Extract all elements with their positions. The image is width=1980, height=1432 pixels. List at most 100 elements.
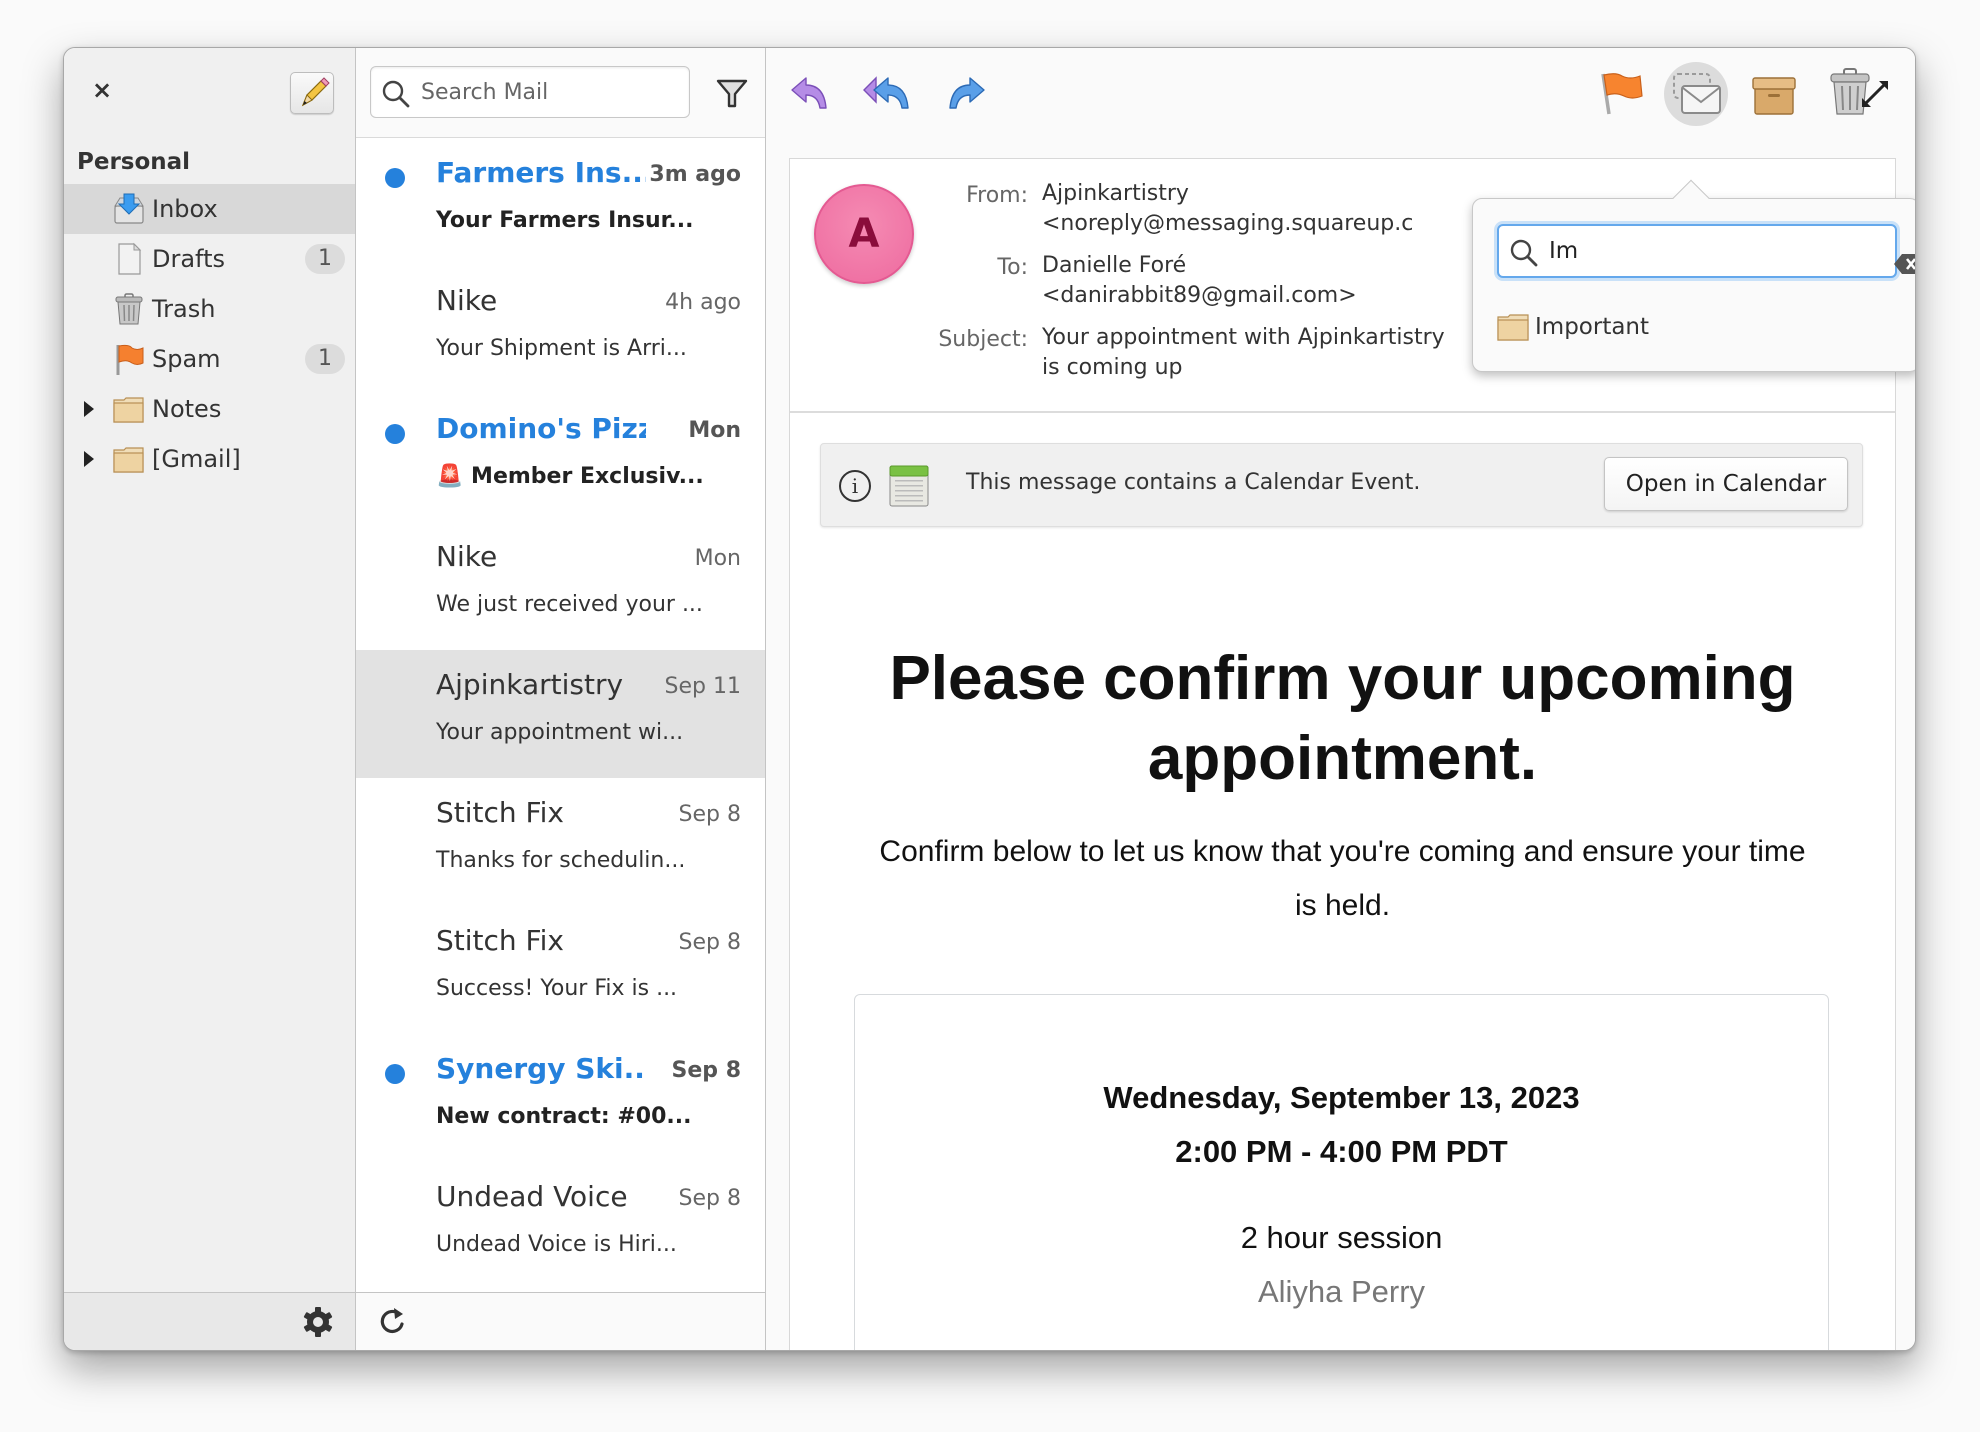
sidebar-item-spam[interactable]: Spam 1 [64,334,355,384]
mail-window: × Personal Inbox Drafts 1 Trash Spam 1 N… [63,47,1916,1351]
appointment-card: Wednesday, September 13, 2023 2:00 PM - … [854,994,1829,1350]
flag-button[interactable] [1594,68,1646,115]
inbox-icon [112,192,146,226]
sidebar-header: × [64,48,355,134]
folder-icon [112,442,146,476]
unread-dot-icon [385,168,405,188]
from-name[interactable]: Ajpinkartistry [1042,179,1189,209]
message-row[interactable]: Undead Voice Sep 8 Undead Voice is Hiri... [356,1162,765,1290]
unread-dot-icon [385,1064,405,1084]
filter-icon [716,79,748,108]
archive-icon [1752,77,1796,115]
filter-button[interactable] [712,72,752,112]
message-subject: Undead Voice is Hiri... [436,1232,677,1257]
email-heading: Please confirm your upcoming appointment… [889,644,1796,793]
refresh-icon[interactable] [376,1305,410,1339]
message-subject: Your Shipment is Arri... [436,336,687,361]
sidebar-item-inbox[interactable]: Inbox [64,184,355,234]
compose-button[interactable] [290,72,334,114]
message-date: Mon [694,546,741,571]
message-row[interactable]: Nike 4h ago Your Shipment is Arri... [356,266,765,394]
drafts-icon [112,242,146,276]
message-sender: Domino's Pizza [436,412,646,445]
expand-arrow-icon[interactable] [84,401,94,417]
message-date: Sep 8 [678,802,741,827]
message-subject: Success! Your Fix is ... [436,976,678,1001]
infobar-message: This message contains a Calendar Event. [966,470,1421,495]
search-icon [1510,239,1538,267]
from-email[interactable]: <noreply@messaging.squareup.c [1042,209,1413,239]
message-row[interactable]: Ajpinkartistry Sep 11 Your appointment wi.… [356,650,765,778]
reply-all-icon [863,76,909,109]
expand-arrow-icon[interactable] [84,451,94,467]
avatar: A [814,184,914,284]
folder-icon [1497,314,1529,341]
unread-count-badge: 1 [305,344,345,374]
move-to-folder-button[interactable] [1664,62,1728,126]
message-date: 4h ago [665,290,741,315]
fullscreen-button[interactable] [1859,78,1891,110]
message-row[interactable]: Farmers Ins... 3m ago Your Farmers Insur..… [356,138,765,266]
flag-icon [112,342,146,376]
message-row[interactable]: Stitch Fix Sep 8 Success! Your Fix is ... [356,906,765,1034]
sidebar-item-label: Trash [152,295,216,323]
message-subject: Thanks for schedulin... [436,848,686,873]
message-row[interactable]: Domino's Pizza Mon 🚨 Member Exclusiv... [356,394,765,522]
message-date: Sep 8 [678,1186,741,1211]
folder-search-field[interactable] [1497,224,1915,278]
message-subject: Your Farmers Insur... [436,208,694,233]
message-row[interactable]: Nike Mon We just received your ... [356,522,765,650]
folder-result-label: Important [1535,314,1650,340]
sidebar-item-label: Notes [152,395,222,423]
sidebar-item-label: [Gmail] [152,445,241,473]
message-sender: Nike [436,540,498,573]
calendar-infobar: i This message contains a Calendar Event… [820,443,1863,527]
sidebar-item-label: Inbox [152,195,218,223]
message-subject: New contract: #00... [436,1104,692,1129]
unread-count-badge: 1 [305,244,345,274]
reply-button[interactable] [786,72,838,118]
sidebar-item-notes[interactable]: Notes [64,384,355,434]
sidebar-item-drafts[interactable]: Drafts 1 [64,234,355,284]
sidebar-item-gmail[interactable]: [Gmail] [64,434,355,484]
pencil-icon [301,77,330,107]
message-sender: Stitch Fix [436,924,564,957]
move-to-folder-popover: Important [1472,179,1915,372]
message-rows: Farmers Ins... 3m ago Your Farmers Insur..… [356,138,765,1290]
archive-button[interactable] [1748,68,1800,115]
message-row[interactable]: Stitch Fix Sep 8 Thanks for schedulin... [356,778,765,906]
reply-icon [791,77,827,109]
message-row[interactable]: Synergy Ski... Sep 8 New contract: #00... [356,1034,765,1162]
subject-line-2: is coming up [1042,355,1183,380]
subject-label: Subject: [938,327,1028,352]
folder-search-input[interactable] [1549,235,1839,267]
message-subject: Your appointment wi... [436,720,684,745]
message-date: Sep 8 [671,1058,741,1083]
gear-icon[interactable] [301,1305,335,1339]
message-sender: Farmers Ins... [436,156,646,189]
sidebar-item-trash[interactable]: Trash [64,284,355,334]
message-sender: Undead Voice [436,1180,628,1213]
message-sender: Stitch Fix [436,796,564,829]
search-input[interactable] [421,75,681,109]
close-button[interactable]: × [88,76,116,104]
message-list-footer [356,1292,765,1350]
info-icon: i [839,470,871,502]
to-email[interactable]: <danirabbit89@gmail.com> [1042,281,1357,311]
from-label: From: [966,183,1028,208]
move-mail-icon [1673,73,1721,114]
message-date: Mon [688,418,741,443]
email-body: Please confirm your upcoming appointment… [790,639,1895,933]
forward-button[interactable] [940,72,992,118]
to-name[interactable]: Danielle Foré [1042,251,1186,281]
message-sender: Ajpinkartistry [436,668,624,701]
search-field[interactable] [370,66,690,118]
flag-icon [1601,73,1643,115]
to-label: To: [997,255,1028,280]
message-date: Sep 8 [678,930,741,955]
reply-all-button[interactable] [862,72,914,118]
open-in-calendar-button[interactable]: Open in Calendar [1604,457,1848,511]
trash-icon [112,292,146,326]
sidebar: × Personal Inbox Drafts 1 Trash Spam 1 N… [64,48,356,1350]
folder-result-important[interactable]: Important [1497,309,1649,345]
